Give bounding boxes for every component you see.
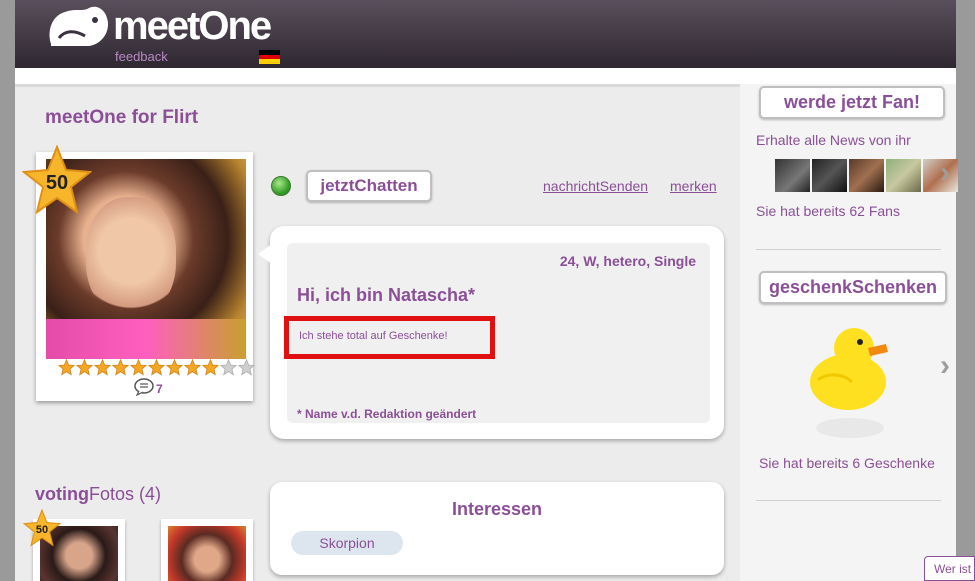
header: meetOne feedback	[15, 0, 956, 68]
feedback-link[interactable]: feedback	[115, 49, 168, 64]
star-filled-icon[interactable]	[76, 359, 93, 376]
give-gift-button[interactable]: geschenkSchenken	[759, 271, 947, 304]
gift-count-text: Sie hat bereits 6 Geschenke	[759, 455, 935, 471]
name-changed-note: * Name v.d. Redaktion geändert	[297, 407, 477, 421]
online-status-icon	[271, 176, 291, 196]
star-empty-icon[interactable]	[220, 359, 237, 376]
rubber-duck-icon[interactable]	[808, 320, 892, 440]
star-filled-icon[interactable]	[148, 359, 165, 376]
fan-count-text: Sie hat bereits 62 Fans	[756, 203, 900, 219]
chevron-right-icon[interactable]: ›	[940, 349, 950, 383]
fan-thumbnail[interactable]	[812, 159, 847, 192]
profile-greeting: Hi, ich bin Natascha*	[297, 285, 476, 305]
page-title: meetOne for Flirt	[45, 107, 199, 128]
bio-text: Ich stehe total auf Geschenke!	[299, 330, 448, 342]
fan-thumbnail[interactable]	[849, 159, 884, 192]
interest-tag[interactable]: Skorpion	[291, 531, 403, 555]
score-badge-value: 50	[45, 171, 69, 194]
voting-photo-2[interactable]	[161, 519, 253, 581]
profile-content: meetOne for Flirt 7 50 jetztChatten nach…	[15, 84, 740, 581]
rating-stars[interactable]	[58, 359, 255, 376]
star-filled-icon[interactable]	[184, 359, 201, 376]
star-empty-icon[interactable]	[238, 359, 255, 376]
profile-meta: 24, W, hetero, Single	[559, 253, 696, 269]
who-is-online-tab[interactable]: Wer ist	[924, 556, 975, 581]
sidebar: werde jetzt Fan! Erhalte alle News von i…	[740, 84, 958, 581]
star-filled-icon[interactable]	[166, 359, 183, 376]
star-filled-icon[interactable]	[202, 359, 219, 376]
star-filled-icon[interactable]	[130, 359, 147, 376]
germany-flag-icon[interactable]	[259, 50, 280, 64]
photo-shirt	[46, 319, 246, 359]
logo-text: meetOne	[113, 4, 272, 48]
voting-photo-image	[168, 526, 246, 581]
voting-score-badge-value: 50	[35, 524, 49, 536]
star-filled-icon[interactable]	[112, 359, 129, 376]
fan-thumbnails	[775, 159, 958, 192]
star-filled-icon[interactable]	[94, 359, 111, 376]
remember-link[interactable]: merken	[670, 178, 717, 194]
comment-icon	[134, 378, 154, 396]
interests-title: Interessen	[451, 499, 543, 519]
photo-face	[86, 197, 176, 317]
comment-count[interactable]: 7	[134, 378, 163, 396]
voting-title-rest: Fotos (4)	[89, 484, 162, 504]
voting-title-bold: voting	[35, 484, 89, 504]
fan-thumbnail[interactable]	[775, 159, 810, 192]
bio-panel: 24, W, hetero, Single Hi, ich bin Natasc…	[284, 243, 710, 423]
voting-score-badge: 50	[23, 509, 61, 547]
main-area: meetOne for Flirt 7 50 jetztChatten nach…	[15, 68, 958, 581]
fan-news-text: Erhalte alle News von ihr	[756, 132, 911, 148]
send-message-link[interactable]: nachrichtSenden	[543, 178, 648, 194]
become-fan-button[interactable]: werde jetzt Fan!	[759, 86, 945, 119]
chevron-right-icon[interactable]: ›	[940, 156, 950, 190]
divider	[756, 500, 941, 501]
bio-bubble: 24, W, hetero, Single Hi, ich bin Natasc…	[258, 226, 724, 439]
comment-count-value: 7	[156, 382, 163, 396]
star-filled-icon[interactable]	[58, 359, 75, 376]
bio-highlight-box: Ich stehe total auf Geschenke!	[284, 316, 495, 359]
bubble-tail	[258, 244, 272, 264]
chat-now-button[interactable]: jetztChatten	[306, 170, 432, 202]
score-badge: 50	[22, 145, 92, 215]
interests-panel: Interessen Skorpion	[270, 482, 724, 575]
logo-icon	[49, 6, 109, 47]
fan-thumbnail[interactable]	[886, 159, 921, 192]
voting-photos-title: votingFotos (4)	[35, 484, 161, 505]
divider	[756, 249, 941, 250]
